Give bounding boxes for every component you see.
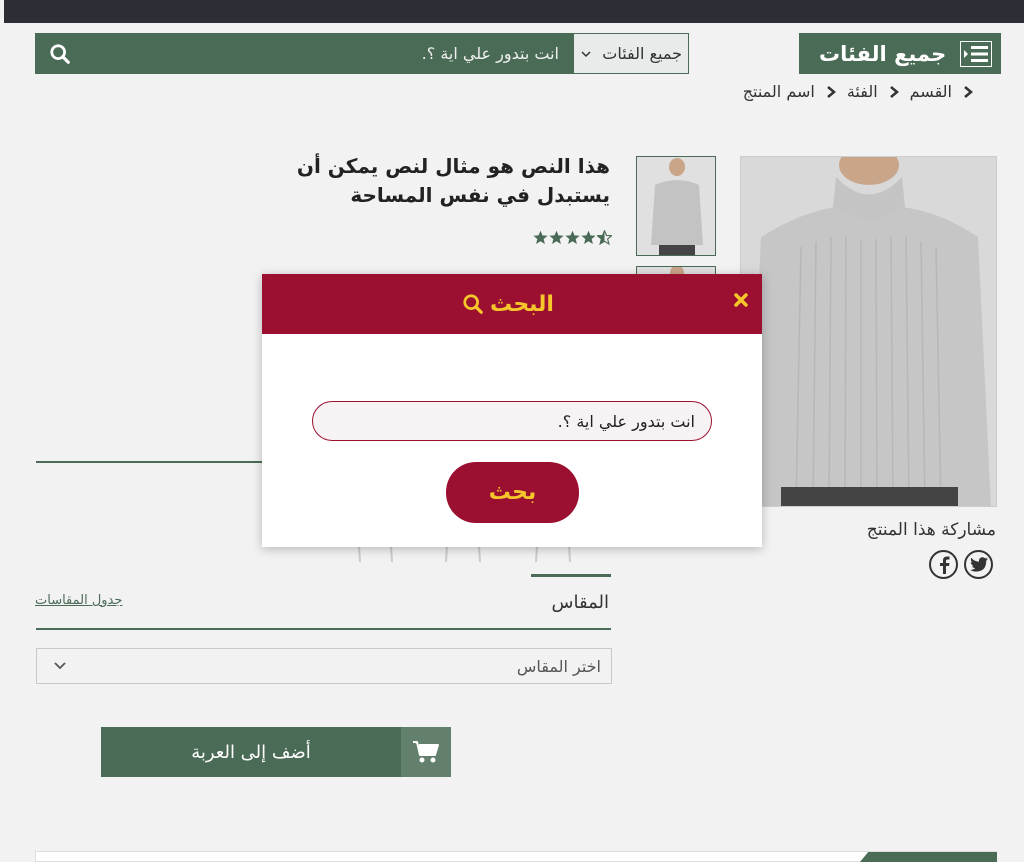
chevron-right-icon [827, 85, 836, 98]
star-half-icon [597, 230, 612, 245]
category-select[interactable]: جميع الفئات [573, 33, 689, 74]
chevron-right-icon [889, 85, 899, 98]
cart-icon [401, 727, 451, 777]
product-thumbnail-1[interactable] [636, 156, 716, 256]
star-icon [549, 230, 564, 244]
search-modal-header: البحث [262, 274, 762, 334]
breadcrumb-section[interactable]: القسم [910, 82, 952, 101]
star-icon [533, 230, 548, 244]
chevron-down-icon [581, 50, 591, 57]
search-modal: البحث بحث [262, 274, 762, 547]
share-icons [929, 550, 993, 579]
chevron-down-icon [54, 662, 66, 670]
search-modal-title: البحث [490, 291, 554, 317]
close-icon[interactable] [728, 287, 754, 313]
search-modal-input[interactable] [312, 401, 712, 441]
breadcrumb-category[interactable]: الفئة [847, 82, 878, 101]
twitter-icon[interactable] [964, 550, 993, 579]
product-main-image[interactable] [740, 156, 997, 507]
header-search-button[interactable] [35, 33, 85, 74]
star-icon [565, 230, 580, 244]
size-select-placeholder: اختر المقاس [516, 656, 601, 676]
bottom-panel [35, 851, 997, 862]
divider [36, 461, 276, 463]
share-label: مشاركة هذا المنتج [866, 520, 996, 540]
facebook-icon[interactable] [929, 550, 958, 579]
chevron-right-icon [964, 85, 973, 98]
star-icon [581, 230, 596, 244]
divider [36, 628, 611, 630]
category-select-value: جميع الفئات [602, 44, 682, 63]
menu-icon [959, 40, 993, 68]
add-to-cart-label: أضف إلى العربة [101, 727, 401, 777]
add-to-cart-button[interactable]: أضف إلى العربة [101, 727, 451, 777]
all-categories-label: جميع الفئات [819, 41, 947, 66]
breadcrumb-product-name: اسم المنتج [742, 82, 815, 101]
search-icon [463, 294, 483, 314]
size-label: المقاس [551, 592, 609, 613]
top-bar [4, 0, 1024, 23]
size-select[interactable]: اختر المقاس [36, 648, 612, 684]
search-icon [50, 43, 70, 64]
breadcrumb: القسم الفئة اسم المنتج [743, 82, 974, 101]
product-rating [533, 230, 612, 245]
all-categories-button[interactable]: جميع الفئات [799, 33, 1001, 74]
header-search-bar: جميع الفئات [35, 33, 689, 74]
selected-swatch-indicator [531, 574, 611, 577]
search-modal-submit-button[interactable]: بحث [446, 462, 579, 523]
product-title: هذا النص هو مثال لنص يمكن أن يستبدل في ن… [296, 154, 610, 207]
header-search-input[interactable] [85, 33, 573, 74]
bottom-panel-tab[interactable] [860, 852, 997, 862]
size-chart-link[interactable]: جدول المقاسات [35, 593, 122, 608]
